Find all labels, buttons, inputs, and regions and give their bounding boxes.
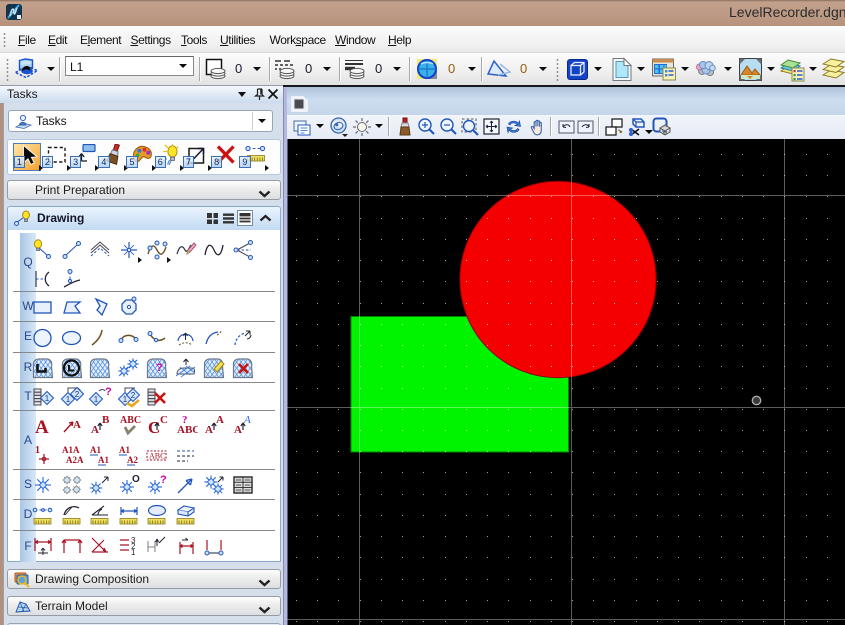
svg-text:?: ? bbox=[156, 362, 163, 374]
svg-text:1: 1 bbox=[35, 445, 40, 456]
svg-text:1: 1 bbox=[45, 394, 50, 403]
svg-text:A2A: A2A bbox=[66, 455, 84, 465]
svg-text:A: A bbox=[216, 414, 224, 426]
svg-text:1: 1 bbox=[122, 395, 127, 404]
svg-text:1: 1 bbox=[131, 548, 136, 557]
svg-text:2: 2 bbox=[74, 390, 79, 399]
svg-text:A2: A2 bbox=[127, 455, 138, 465]
svg-text:ABC: ABC bbox=[177, 424, 198, 436]
svg-text:ABC: ABC bbox=[149, 451, 165, 460]
svg-text:A: A bbox=[73, 419, 81, 431]
svg-text:1: 1 bbox=[65, 395, 70, 404]
svg-text:C: C bbox=[148, 418, 160, 437]
svg-text:?: ? bbox=[105, 386, 112, 398]
svg-text:C: C bbox=[160, 414, 168, 426]
svg-text:2: 2 bbox=[130, 391, 135, 400]
svg-text:A1A: A1A bbox=[62, 445, 80, 455]
svg-text:A1: A1 bbox=[119, 445, 130, 455]
svg-text:B: B bbox=[102, 414, 110, 426]
svg-text:O: O bbox=[132, 474, 140, 485]
svg-text:A: A bbox=[35, 417, 49, 438]
svg-text:ABC: ABC bbox=[120, 415, 141, 426]
svg-text:A1: A1 bbox=[98, 455, 109, 465]
svg-text:?: ? bbox=[160, 474, 167, 486]
svg-text:A1: A1 bbox=[90, 445, 101, 455]
svg-text:1: 1 bbox=[94, 395, 99, 404]
